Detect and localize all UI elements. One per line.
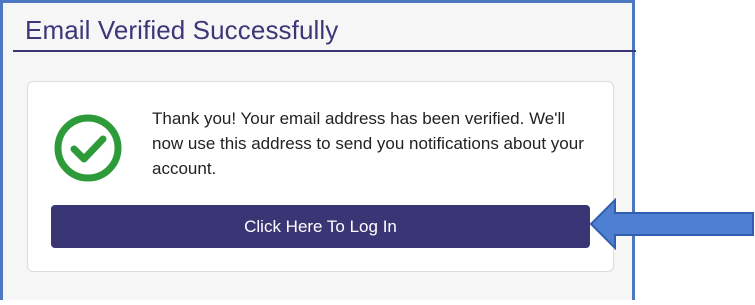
verification-message: Thank you! Your email address has been v…	[152, 109, 584, 178]
title-divider	[13, 50, 636, 52]
panel-title: Email Verified Successfully	[25, 15, 339, 45]
login-button[interactable]: Click Here To Log In	[51, 205, 590, 248]
confirmation-card: Thank you! Your email address has been v…	[27, 81, 614, 272]
verification-panel: Email Verified Successfully Thank you! Y…	[0, 0, 636, 300]
check-circle-icon	[54, 114, 122, 182]
left-arrow-icon	[589, 198, 754, 250]
